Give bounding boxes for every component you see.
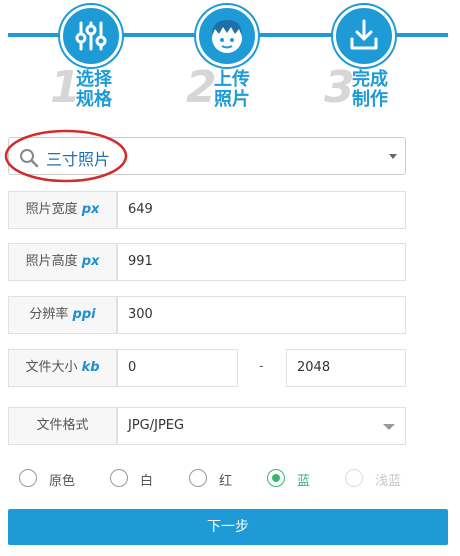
step-2-number: 2 — [186, 62, 217, 113]
color-label: 红 — [219, 474, 233, 489]
next-button[interactable]: 下一步 — [8, 509, 448, 545]
filesize-min-input[interactable]: 0 — [117, 349, 238, 387]
format-select[interactable]: JPG/JPEG — [117, 407, 406, 445]
width-input[interactable]: 649 — [117, 191, 406, 229]
radio-icon — [345, 469, 363, 487]
radio-checked-icon — [267, 469, 285, 487]
face-icon — [196, 5, 258, 67]
step-3-label: 完成制作 — [352, 69, 388, 110]
height-input[interactable]: 991 — [117, 243, 406, 281]
step-indicator: 1 选择规格 2 上传照片 3 完成制作 — [0, 0, 460, 120]
format-value: JPG/JPEG — [128, 418, 185, 433]
dpi-label: 分辨率 ppi — [8, 296, 117, 334]
height-label: 照片高度 px — [8, 243, 117, 281]
radio-icon — [19, 469, 37, 487]
chevron-down-icon — [383, 424, 395, 430]
color-label: 白 — [140, 474, 154, 489]
step-2-label: 上传照片 — [214, 69, 250, 110]
filesize-label: 文件大小 kb — [8, 349, 117, 387]
download-icon — [333, 5, 395, 67]
step-3-number: 3 — [324, 62, 355, 113]
radio-icon — [189, 469, 207, 487]
dpi-input[interactable]: 300 — [117, 296, 406, 334]
chevron-down-icon — [389, 154, 397, 159]
filesize-max-input[interactable]: 2048 — [286, 349, 406, 387]
radio-icon — [110, 469, 128, 487]
width-label: 照片宽度 px — [8, 191, 117, 229]
range-separator: - — [259, 359, 264, 374]
format-label: 文件格式 — [8, 407, 117, 445]
sliders-icon — [60, 5, 122, 67]
step-1-label: 选择规格 — [76, 69, 112, 110]
background-color-options: 原色 白 红 蓝 浅蓝 — [0, 467, 460, 493]
annotation-circle — [4, 129, 128, 183]
color-label: 原色 — [49, 474, 76, 489]
color-label: 蓝 — [297, 474, 311, 489]
color-label: 浅蓝 — [375, 474, 402, 489]
